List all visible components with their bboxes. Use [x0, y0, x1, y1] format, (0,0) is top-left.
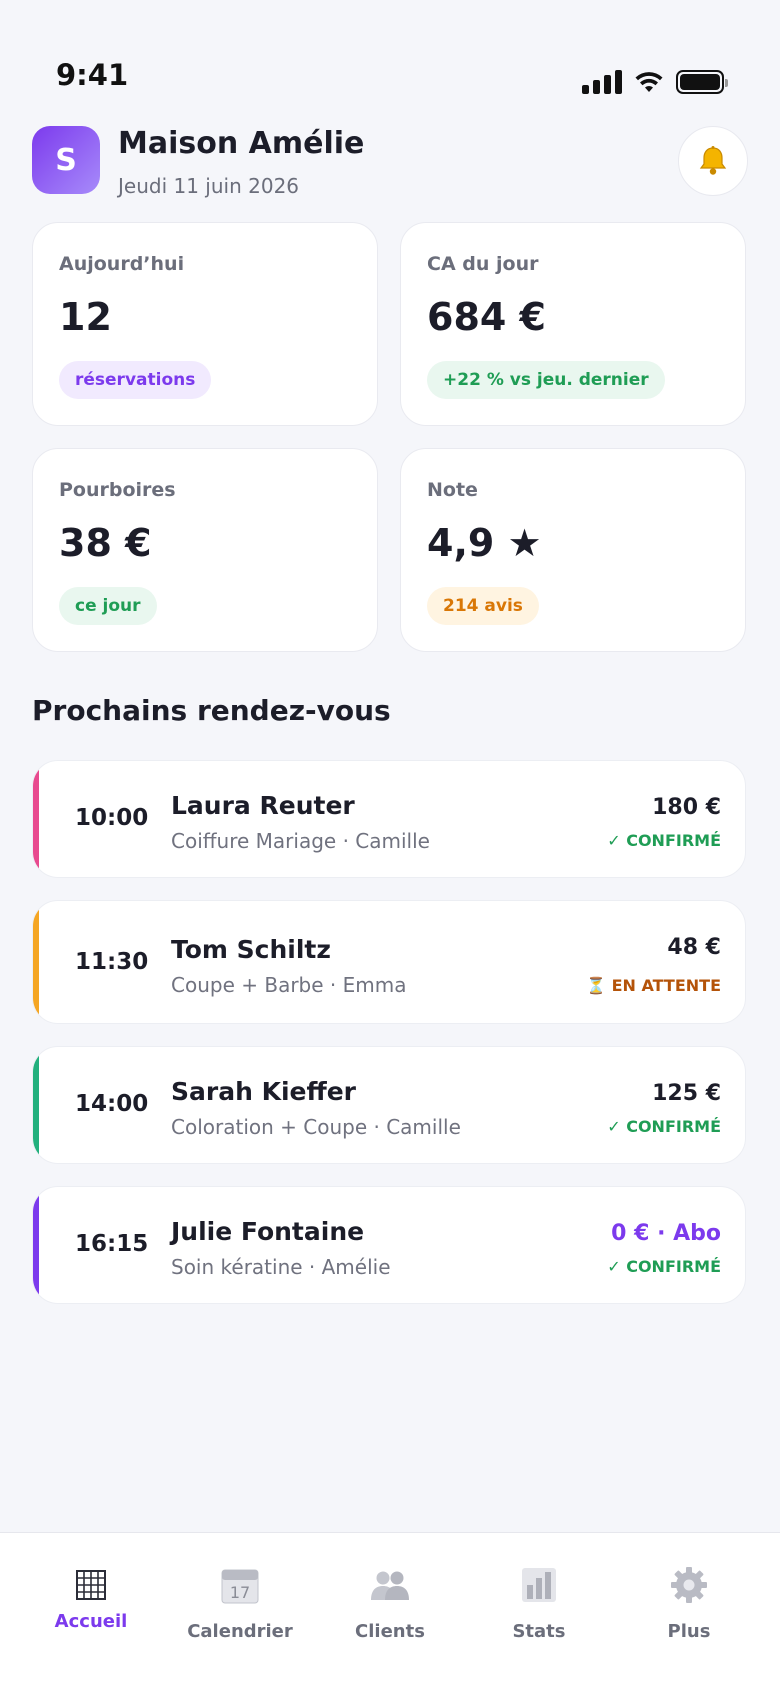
- signal-icon: [582, 70, 622, 94]
- appointment-price: 0 € · Abo: [611, 1221, 721, 1246]
- appointment-price: 180 €: [652, 795, 721, 820]
- current-date: Jeudi 11 juin 2026: [118, 174, 300, 198]
- bar-chart-icon: [522, 1568, 556, 1602]
- svg-text:17: 17: [230, 1583, 250, 1602]
- appointment-status: ✓ CONFIRMÉ: [607, 831, 721, 850]
- appointment-color-bar: [33, 761, 39, 877]
- tab-label: Calendrier: [187, 1621, 293, 1642]
- stat-value: 38 €: [59, 521, 152, 565]
- stat-label: Pourboires: [59, 479, 176, 501]
- stat-badge: +22 % vs jeu. dernier: [427, 361, 665, 399]
- appointment-price: 48 €: [667, 935, 721, 960]
- stat-label: Aujourd’hui: [59, 253, 185, 275]
- appointment-time: 14:00: [75, 1091, 149, 1117]
- appointment-color-bar: [33, 1187, 39, 1303]
- notifications-button[interactable]: [678, 126, 748, 196]
- appointment-time: 16:15: [75, 1231, 149, 1257]
- stat-label: Note: [427, 479, 478, 501]
- tab-label: Plus: [667, 1621, 711, 1642]
- status-bar: 9:41: [0, 0, 780, 110]
- tab-stats[interactable]: Stats: [469, 1563, 609, 1642]
- appointment-color-bar: [33, 901, 39, 1023]
- tab-label: Stats: [512, 1621, 566, 1642]
- tab-bar: Accueil 17 Calendrier Clients Stats Plus: [0, 1532, 780, 1688]
- appointment-service: Coloration + Coupe · Camille: [171, 1115, 461, 1139]
- status-icons: [582, 70, 728, 94]
- appointment-status: ⏳ EN ATTENTE: [586, 976, 721, 995]
- appointment-service: Coiffure Mariage · Camille: [171, 829, 430, 853]
- stat-value: 12: [59, 295, 112, 339]
- app-header: S Maison Amélie Jeudi 11 juin 2026: [32, 126, 748, 198]
- section-title: Prochains rendez-vous: [32, 694, 391, 727]
- appointment-client: Sarah Kieffer: [171, 1077, 357, 1106]
- tab-clients[interactable]: Clients: [320, 1563, 460, 1642]
- tab-label: Accueil: [54, 1611, 128, 1632]
- grid-icon: [76, 1570, 106, 1600]
- stat-badge: 214 avis: [427, 587, 539, 625]
- stat-value: 684 €: [427, 295, 546, 339]
- tab-calendrier[interactable]: 17 Calendrier: [170, 1563, 310, 1642]
- stat-card-bookings[interactable]: Aujourd’hui 12 réservations: [32, 222, 378, 426]
- appointment-card[interactable]: 10:00 Laura Reuter Coiffure Mariage · Ca…: [32, 760, 746, 878]
- appointment-status: ✓ CONFIRMÉ: [607, 1257, 721, 1276]
- appointment-color-bar: [33, 1047, 39, 1163]
- stat-label: CA du jour: [427, 253, 539, 275]
- stat-badge: ce jour: [59, 587, 157, 625]
- bell-icon: [699, 146, 727, 175]
- salon-logo: S: [32, 126, 100, 194]
- appointment-client: Julie Fontaine: [171, 1217, 365, 1246]
- appointment-status: ✓ CONFIRMÉ: [607, 1117, 721, 1136]
- stat-card-rating[interactable]: Note 4,9 ★ 214 avis: [400, 448, 746, 652]
- appointment-card[interactable]: 16:15 Julie Fontaine Soin kératine · Amé…: [32, 1186, 746, 1304]
- stat-badge: réservations: [59, 361, 212, 399]
- tab-plus[interactable]: Plus: [619, 1563, 759, 1642]
- appointment-card[interactable]: 14:00 Sarah Kieffer Coloration + Coupe ·…: [32, 1046, 746, 1164]
- appointment-service: Soin kératine · Amélie: [171, 1255, 391, 1279]
- wifi-icon: [635, 72, 663, 92]
- appointment-time: 11:30: [75, 949, 149, 975]
- stat-card-tips[interactable]: Pourboires 38 € ce jour: [32, 448, 378, 652]
- calendar-icon: 17: [221, 1569, 259, 1604]
- appointment-service: Coupe + Barbe · Emma: [171, 973, 407, 997]
- tab-accueil[interactable]: Accueil: [21, 1563, 161, 1632]
- appointment-time: 10:00: [75, 805, 149, 831]
- appointment-client: Laura Reuter: [171, 791, 355, 820]
- appointment-card[interactable]: 11:30 Tom Schiltz Coupe + Barbe · Emma 4…: [32, 900, 746, 1024]
- appointment-price: 125 €: [652, 1081, 721, 1106]
- battery-icon: [676, 70, 728, 94]
- status-time: 9:41: [56, 58, 129, 92]
- tab-label: Clients: [355, 1621, 425, 1642]
- salon-name: Maison Amélie: [118, 126, 365, 161]
- appointment-client: Tom Schiltz: [171, 935, 331, 964]
- users-icon: [371, 1571, 409, 1600]
- stat-card-revenue[interactable]: CA du jour 684 € +22 % vs jeu. dernier: [400, 222, 746, 426]
- stat-value: 4,9 ★: [427, 521, 542, 565]
- gear-icon: [671, 1567, 707, 1603]
